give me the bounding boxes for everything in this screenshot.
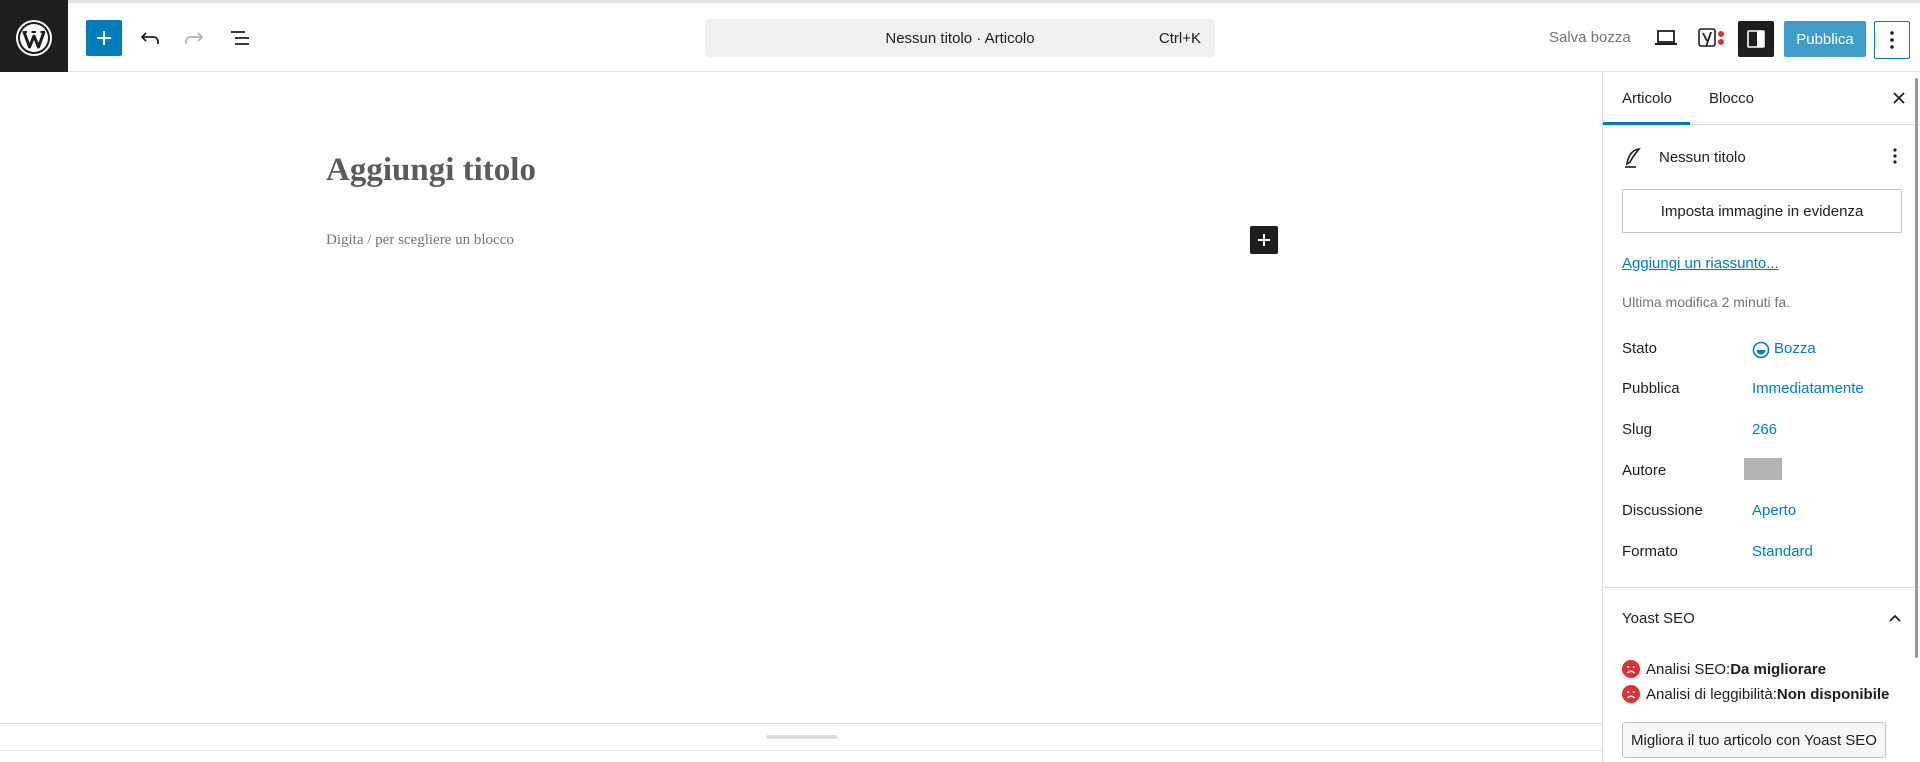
chevron-up-icon xyxy=(1889,614,1901,622)
wordpress-logo-icon[interactable] xyxy=(0,0,68,75)
yoast-seo-button[interactable] xyxy=(1694,20,1730,56)
inline-add-block-button[interactable] xyxy=(1250,226,1278,254)
undo-icon xyxy=(140,32,159,44)
yoast-panel-title[interactable]: Yoast SEO xyxy=(1622,610,1695,627)
editor-header: Nessun titolo · Articolo Ctrl+K Salva bo… xyxy=(0,0,1920,75)
meta-row-author: Autore xyxy=(1622,458,1902,482)
document-title: Nessun titolo · Articolo xyxy=(885,30,1035,47)
last-modified-text: Ultima modifica 2 minuti fa. xyxy=(1622,294,1791,310)
publish-label: Pubblica xyxy=(1622,380,1680,397)
active-tab-indicator xyxy=(1603,122,1690,125)
slug-value[interactable]: 266 xyxy=(1752,421,1777,438)
improve-with-yoast-button[interactable]: Migliora il tuo articolo con Yoast SEO xyxy=(1622,722,1886,758)
redo-icon xyxy=(185,32,204,44)
seo-analysis-label: Analisi SEO: xyxy=(1646,660,1731,678)
editor-canvas[interactable]: Aggiungi titolo Digita / per scegliere u… xyxy=(0,72,1602,722)
feather-icon xyxy=(1625,147,1641,168)
settings-sidebar: Articolo Blocco Nessun titolo Imposta im… xyxy=(1602,72,1920,762)
draft-status-icon xyxy=(1752,341,1770,359)
discussion-value[interactable]: Aperto xyxy=(1752,502,1796,519)
meta-row-format: Formato Standard xyxy=(1622,543,1902,563)
discussion-label: Discussione xyxy=(1622,502,1703,519)
post-summary-title: Nessun titolo xyxy=(1659,149,1746,166)
tab-article[interactable]: Articolo xyxy=(1622,90,1672,107)
meta-row-discussion: Discussione Aperto xyxy=(1622,502,1902,522)
collapse-panel-button[interactable] xyxy=(1883,606,1907,630)
readability-analysis-value: Non disponibile xyxy=(1776,685,1890,703)
status-label: Stato xyxy=(1622,340,1658,357)
sidebar-icon xyxy=(1747,30,1765,48)
settings-toggle-button[interactable] xyxy=(1738,21,1774,57)
close-icon xyxy=(1893,92,1905,104)
options-menu-button[interactable] xyxy=(1874,21,1910,59)
resize-bar xyxy=(0,723,1602,751)
slug-label: Slug xyxy=(1622,421,1653,438)
document-overview-button[interactable] xyxy=(222,20,258,56)
resize-handle[interactable] xyxy=(766,735,838,739)
post-actions-button[interactable] xyxy=(1883,144,1907,168)
more-vertical-icon xyxy=(1890,31,1894,49)
publish-date-value[interactable]: Immediatamente xyxy=(1752,380,1864,397)
preview-button[interactable] xyxy=(1646,20,1686,56)
add-block-button[interactable] xyxy=(86,20,122,56)
yoast-seo-panel: Yoast SEO Analisi SEO: Da migliorare Ana… xyxy=(1603,587,1920,758)
readability-analysis-row: Analisi di leggibilità: Non disponibile xyxy=(1622,685,1889,703)
post-title-input[interactable]: Aggiungi titolo xyxy=(326,152,536,189)
yoast-icon xyxy=(1698,28,1724,48)
plus-icon xyxy=(1258,234,1270,246)
author-select[interactable] xyxy=(1744,458,1782,480)
laptop-icon xyxy=(1655,30,1677,45)
meta-row-status: Stato Bozza xyxy=(1622,340,1902,360)
status-value[interactable]: Bozza xyxy=(1774,340,1816,357)
tab-block[interactable]: Blocco xyxy=(1709,90,1754,107)
command-palette-bar[interactable]: Nessun titolo · Articolo Ctrl+K xyxy=(705,19,1215,57)
meta-row-slug: Slug 266 xyxy=(1622,421,1902,441)
sad-face-icon xyxy=(1622,685,1640,703)
publish-button[interactable]: Pubblica xyxy=(1784,21,1866,57)
plus-icon xyxy=(97,31,111,45)
seo-analysis-row: Analisi SEO: Da migliorare xyxy=(1622,660,1826,678)
sidebar-scrollbar[interactable] xyxy=(1915,78,1918,658)
close-sidebar-button[interactable] xyxy=(1887,86,1911,110)
list-view-icon xyxy=(231,31,249,45)
format-value[interactable]: Standard xyxy=(1752,543,1813,560)
more-vertical-icon xyxy=(1893,148,1897,164)
format-label: Formato xyxy=(1622,543,1678,560)
block-placeholder[interactable]: Digita / per scegliere un blocco xyxy=(326,232,514,249)
add-excerpt-link[interactable]: Aggiungi un riassunto... xyxy=(1622,255,1779,272)
undo-button[interactable] xyxy=(132,20,168,56)
seo-analysis-value: Da migliorare xyxy=(1730,660,1827,678)
set-featured-image-button[interactable]: Imposta immagine in evidenza xyxy=(1622,189,1902,233)
sidebar-tabs: Articolo Blocco xyxy=(1603,72,1920,125)
meta-row-publish: Pubblica Immediatamente xyxy=(1622,380,1902,400)
redo-button[interactable] xyxy=(176,20,212,56)
author-label: Autore xyxy=(1622,462,1667,479)
save-draft-button[interactable]: Salva bozza xyxy=(1549,29,1631,46)
readability-analysis-label: Analisi di leggibilità: xyxy=(1646,685,1777,703)
sad-face-icon xyxy=(1622,660,1640,678)
shortcut-hint: Ctrl+K xyxy=(1158,30,1201,47)
post-summary-icon-wrap xyxy=(1622,146,1644,175)
